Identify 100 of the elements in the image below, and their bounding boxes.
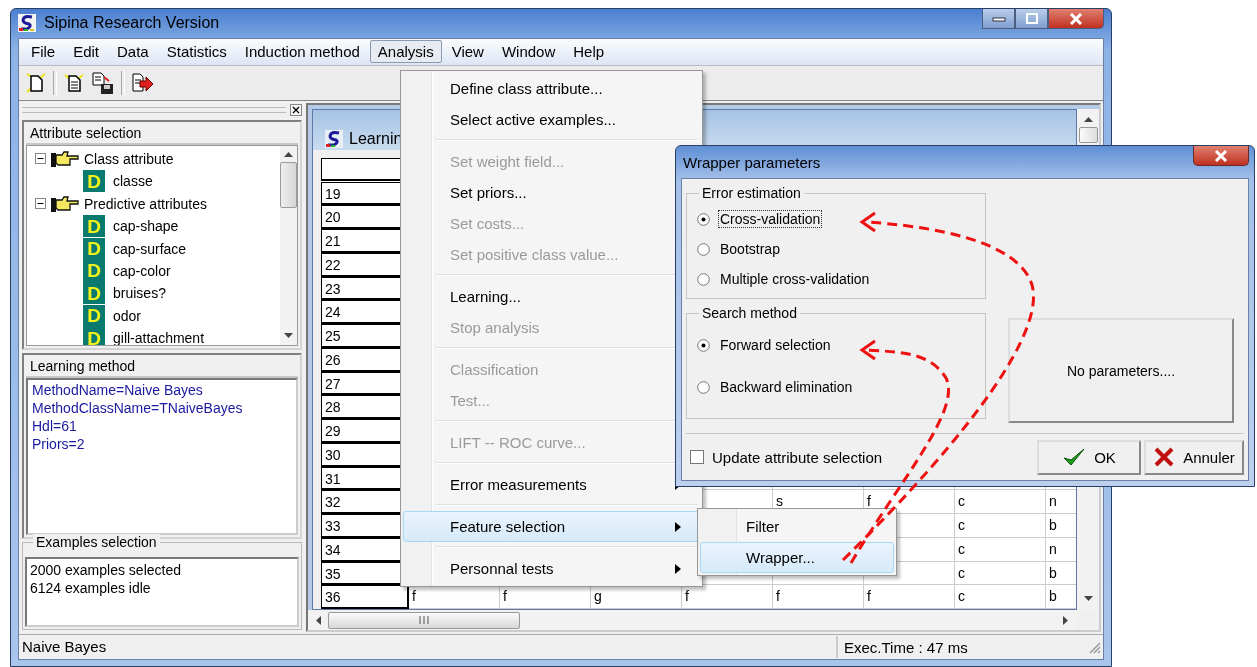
radio-label[interactable]: Forward selection xyxy=(718,336,833,354)
tree-item[interactable]: cap-surface xyxy=(113,240,187,257)
close-button[interactable] xyxy=(1048,9,1104,29)
table-cell: c xyxy=(955,537,1046,562)
minimize-button[interactable] xyxy=(982,9,1015,29)
tree-item[interactable]: classe xyxy=(113,173,153,190)
group-title: Error estimation xyxy=(699,185,804,201)
scroll-up-icon[interactable] xyxy=(1083,116,1093,123)
collapse-icon[interactable] xyxy=(35,153,46,165)
close-icon[interactable] xyxy=(290,103,302,116)
discrete-attribute-icon: D xyxy=(83,170,105,193)
cross-icon xyxy=(1153,447,1176,467)
grip-icon xyxy=(418,616,430,624)
status-text: Naive Bayes xyxy=(19,636,838,658)
radio-label[interactable]: Multiple cross-validation xyxy=(718,270,872,288)
submenu-arrow-icon xyxy=(675,563,681,574)
table-cell: c xyxy=(955,585,1046,609)
status-text: Exec.Time : 47 ms xyxy=(843,638,969,656)
discrete-attribute-icon: D xyxy=(83,282,105,305)
scrollbar[interactable] xyxy=(308,610,1077,630)
scroll-down-icon[interactable] xyxy=(284,332,293,339)
maximize-button[interactable] xyxy=(1015,9,1048,29)
radio-label[interactable]: Cross-validation xyxy=(718,210,823,228)
cancel-button[interactable]: Annuler xyxy=(1144,439,1244,475)
logo-icon xyxy=(325,129,343,148)
collapse-icon[interactable] xyxy=(35,198,46,210)
radio-button[interactable] xyxy=(697,338,710,352)
window-title: Sipina Research Version xyxy=(44,14,220,33)
scrollbar-thumb[interactable] xyxy=(1078,126,1098,143)
radio-button[interactable] xyxy=(697,272,710,286)
close-button[interactable] xyxy=(1193,146,1249,166)
summary-line: 6124 examples idle xyxy=(30,578,152,597)
radio-button[interactable] xyxy=(697,380,710,394)
summary-line: 2000 examples selected xyxy=(30,560,182,579)
menu-item[interactable]: Statistics xyxy=(158,40,235,64)
menu-item[interactable]: Filter xyxy=(700,511,894,542)
scroll-up-icon[interactable] xyxy=(284,151,293,158)
scrollbar[interactable] xyxy=(280,145,297,345)
discrete-attribute-icon: D xyxy=(83,304,105,327)
minimize-icon xyxy=(991,15,1006,22)
menu-item[interactable]: Wrapper... xyxy=(700,542,894,573)
method-property: MethodName=Naive Bayes xyxy=(32,380,204,399)
tree-item[interactable]: odor xyxy=(113,307,142,324)
discrete-attribute-icon: D xyxy=(83,327,105,345)
menu-item[interactable]: File xyxy=(23,40,64,64)
ok-button[interactable]: OK xyxy=(1037,439,1141,475)
table-cell: c xyxy=(955,490,1046,514)
pointing-hand-icon xyxy=(50,148,80,169)
table-cell: c xyxy=(955,514,1046,538)
menu-item[interactable]: Define class attribute... xyxy=(403,73,700,104)
scroll-down-icon[interactable] xyxy=(1083,596,1093,602)
maximize-icon xyxy=(1024,12,1039,25)
close-icon xyxy=(1068,12,1084,25)
close-icon xyxy=(1213,149,1229,162)
radio-label[interactable]: Backward elimination xyxy=(718,378,855,396)
pointing-hand-icon xyxy=(50,193,80,214)
row-number: 36 xyxy=(321,585,409,609)
scroll-left-icon[interactable] xyxy=(316,615,322,625)
resize-grip-icon[interactable] xyxy=(1087,640,1101,654)
tree-item[interactable]: Predictive attributes xyxy=(84,195,207,212)
tree-item[interactable]: bruises? xyxy=(113,285,166,302)
menu-item[interactable]: Analysis xyxy=(369,40,442,64)
table-cell: f xyxy=(864,585,955,609)
child-window-title: Learnin xyxy=(349,129,403,148)
discrete-attribute-icon: D xyxy=(83,259,105,282)
method-property: MethodClassName=TNaiveBayes xyxy=(32,398,244,417)
menu-item[interactable]: Select active examples... xyxy=(403,104,700,135)
menu-item[interactable]: View xyxy=(443,40,492,64)
menu-item[interactable]: Feature selection xyxy=(403,511,700,542)
scrollbar-thumb[interactable] xyxy=(328,611,520,629)
export-icon[interactable] xyxy=(131,71,155,94)
menu-item[interactable]: Induction method xyxy=(236,40,368,64)
discrete-attribute-icon: D xyxy=(83,215,105,238)
scrollbar-thumb[interactable] xyxy=(280,161,297,208)
checkbox-label[interactable]: Update attribute selection xyxy=(712,448,883,466)
radio-button[interactable] xyxy=(697,242,710,256)
discrete-attribute-icon: D xyxy=(83,237,105,260)
method-property: Hdl=61 xyxy=(32,416,78,435)
submenu-arrow-icon xyxy=(675,521,681,532)
menu-item[interactable]: Edit xyxy=(65,40,108,64)
tree-item[interactable]: cap-color xyxy=(113,262,171,279)
table-cell: f xyxy=(773,585,864,609)
radio-button[interactable] xyxy=(697,212,710,226)
table-cell: c xyxy=(955,561,1046,586)
radio-label[interactable]: Bootstrap xyxy=(718,240,782,258)
tree-item[interactable]: Class attribute xyxy=(84,150,174,167)
menu-item[interactable]: Help xyxy=(565,40,613,64)
menu-item[interactable]: Data xyxy=(109,40,157,64)
group-title: Search method xyxy=(699,305,800,321)
logo-icon xyxy=(18,14,36,33)
panel-text: No parameters.... xyxy=(1066,362,1176,379)
dialog-title: Wrapper parameters xyxy=(683,153,821,171)
new-file-icon[interactable] xyxy=(25,71,47,94)
checkbox[interactable] xyxy=(690,450,704,464)
tree-item[interactable]: cap-shape xyxy=(113,218,179,235)
scroll-right-icon[interactable] xyxy=(1063,615,1069,625)
menu-item[interactable]: Window xyxy=(493,40,564,64)
save-document-icon[interactable] xyxy=(91,70,115,95)
document-icon[interactable] xyxy=(63,71,85,94)
check-icon xyxy=(1062,447,1087,467)
